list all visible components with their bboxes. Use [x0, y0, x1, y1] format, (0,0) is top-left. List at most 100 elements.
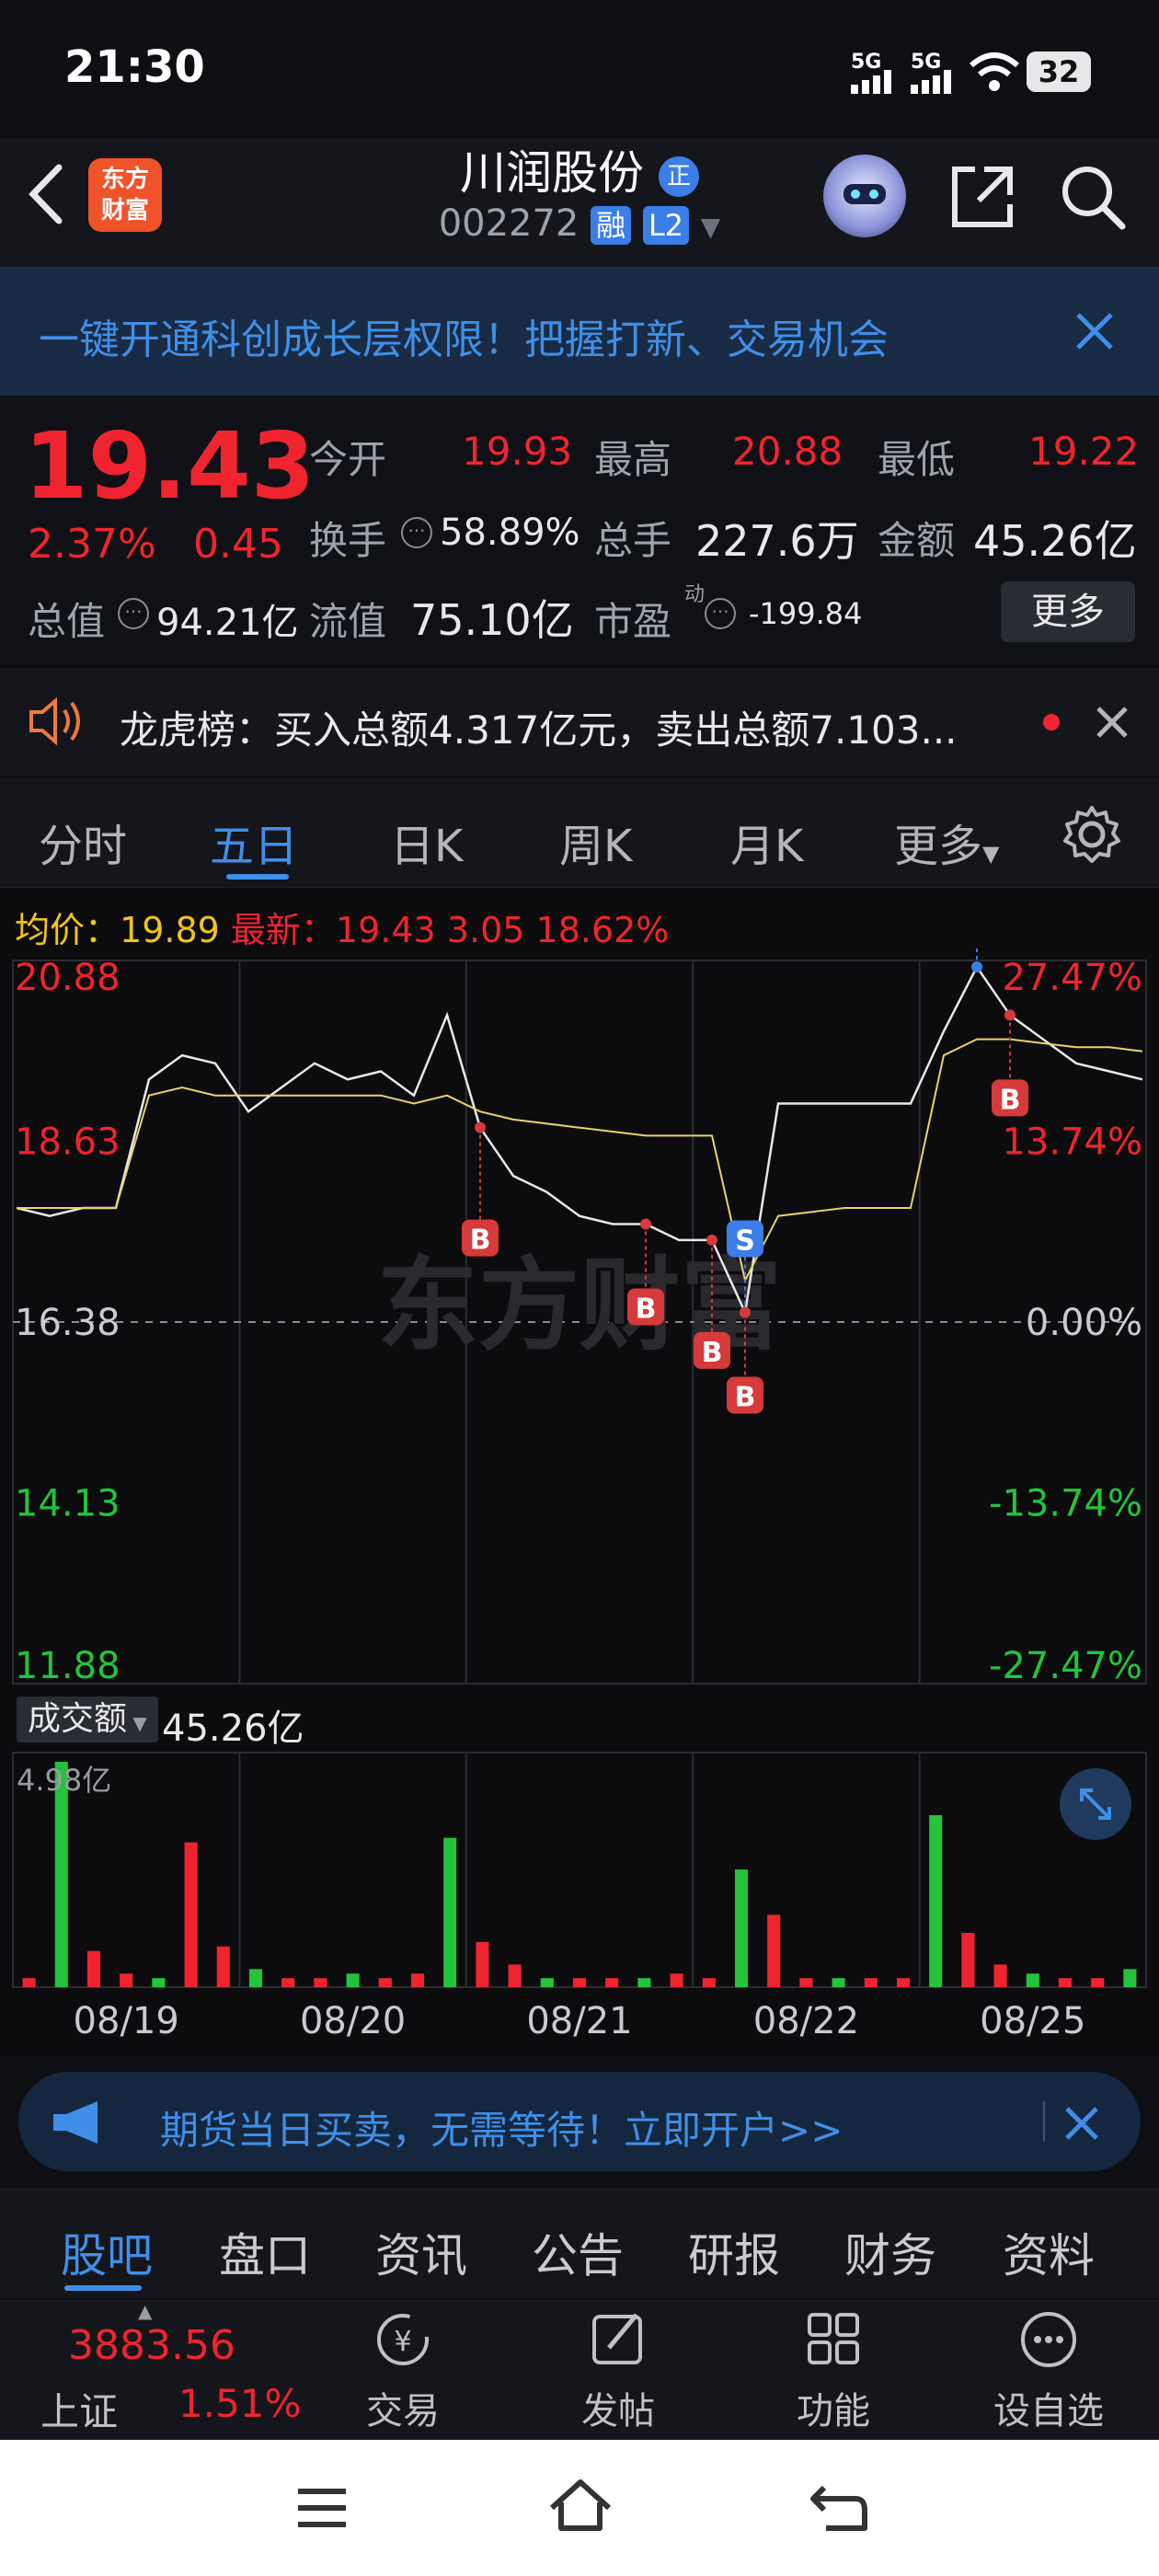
- more-info-icon[interactable]: ···: [401, 517, 432, 548]
- low-label: 最低: [878, 437, 956, 482]
- marker-label: S: [735, 1225, 755, 1258]
- last-label: 最新：: [230, 910, 336, 950]
- battery-icon: 32: [1027, 52, 1091, 92]
- y-tick-right: 13.74%: [1002, 1121, 1142, 1164]
- functions-label: 功能: [797, 2390, 870, 2432]
- marker-label: B: [702, 1337, 723, 1369]
- marker-label: B: [636, 1293, 657, 1325]
- index-name[interactable]: 上证: [40, 2381, 118, 2437]
- more-button[interactable]: 更多: [1001, 581, 1135, 642]
- low-value: 19.22: [1028, 429, 1140, 474]
- more-circle-icon: [1021, 2312, 1076, 2367]
- search-icon[interactable]: [1058, 162, 1128, 232]
- add-watchlist-button[interactable]: 设自选: [957, 2307, 1141, 2434]
- tab-news[interactable]: 资讯: [375, 2219, 467, 2285]
- x-tick-label: 08/22: [753, 2000, 859, 2042]
- chevron-down-icon: ▼: [700, 212, 721, 242]
- ad-text[interactable]: 期货当日买卖，无需等待！立即开户>>: [160, 2099, 843, 2156]
- gear-icon[interactable]: [1061, 804, 1122, 865]
- trade-button[interactable]: ¥ 交易: [311, 2307, 495, 2434]
- notice-text[interactable]: 龙虎榜：买入总额4.317亿元，卖出总额7.103...: [120, 699, 958, 755]
- volume-bar: [1091, 1978, 1105, 1987]
- marker-dot: [740, 1306, 751, 1318]
- index-change[interactable]: 1.51%: [178, 2381, 301, 2426]
- y-tick-left: 11.88: [15, 1645, 120, 1687]
- caret-down-icon: ▼: [127, 1712, 147, 1734]
- yen-refresh-icon: ¥: [377, 2314, 429, 2365]
- functions-button[interactable]: 功能: [741, 2307, 925, 2434]
- volume-bar: [1026, 1973, 1039, 1987]
- trade-label: 交易: [366, 2390, 440, 2432]
- marker-dot: [475, 1121, 486, 1133]
- close-icon[interactable]: [1095, 705, 1130, 740]
- tab-daily-k[interactable]: 日K: [390, 810, 463, 874]
- volume-frame: [12, 1752, 1147, 1988]
- post-button[interactable]: 发帖: [526, 2307, 710, 2434]
- tab-profile[interactable]: 资料: [1003, 2219, 1095, 2285]
- robot-assistant-icon[interactable]: [823, 155, 906, 237]
- tab-guba[interactable]: 股吧: [61, 2219, 153, 2285]
- margin-tag: 融: [591, 206, 632, 245]
- tab-intraday[interactable]: 分时: [39, 810, 127, 874]
- active-tab-indicator: [64, 2285, 142, 2291]
- last-value: 19.43: [335, 910, 436, 950]
- menu-icon[interactable]: [293, 2480, 351, 2536]
- average-line: [17, 1038, 1143, 1283]
- chg-value: 3.05: [446, 910, 525, 950]
- volume-bar: [734, 1869, 749, 1987]
- volume-bar: [670, 1973, 683, 1987]
- edit-icon: [592, 2313, 642, 2364]
- home-icon[interactable]: [546, 2475, 614, 2536]
- volume-bar: [1123, 1969, 1137, 1987]
- share-icon[interactable]: [947, 162, 1017, 232]
- volume-type-dropdown[interactable]: 成交额 ▼: [17, 1696, 158, 1742]
- watchlist-label: 设自选: [993, 2390, 1104, 2432]
- more-info-icon[interactable]: ···: [705, 598, 736, 629]
- y-tick-right: -27.47%: [989, 1645, 1142, 1687]
- turnover-value: 58.89%: [440, 512, 580, 554]
- amount-label: 金额: [878, 518, 956, 563]
- volume-value: 227.6万: [695, 516, 859, 566]
- marker-label: B: [1000, 1084, 1021, 1116]
- close-icon[interactable]: [1063, 2105, 1100, 2142]
- pe-label: 市盈: [594, 599, 672, 644]
- volume-bar: [314, 1978, 327, 1987]
- volume-bar: [1058, 1978, 1073, 1987]
- tab-pankou[interactable]: 盘口: [219, 2219, 311, 2285]
- marker-dot: [971, 960, 982, 972]
- chg-pct-value: 18.62%: [535, 910, 670, 950]
- tab-announcements[interactable]: 公告: [532, 2219, 624, 2285]
- caret-up-icon: ▲: [138, 2300, 153, 2322]
- banner-text[interactable]: 一键开通科创成长层权限！把握打新、交易机会: [39, 306, 889, 365]
- tab-finance[interactable]: 财务: [844, 2219, 936, 2285]
- tab-more[interactable]: 更多▼: [894, 810, 999, 874]
- volume-bar: [605, 1978, 619, 1987]
- volume-bar: [281, 1978, 295, 1987]
- volume-bar: [767, 1915, 781, 1987]
- level2-tag: L2: [642, 206, 690, 245]
- expand-icon[interactable]: [1060, 1768, 1131, 1840]
- marker-dot: [640, 1218, 651, 1230]
- tab-monthly-k[interactable]: 月K: [730, 810, 803, 874]
- volume-bar: [184, 1842, 198, 1987]
- back-nav-icon[interactable]: [808, 2478, 870, 2536]
- marker-dot: [706, 1234, 717, 1246]
- index-value[interactable]: 3883.56: [68, 2322, 235, 2369]
- avg-value: 19.89: [120, 910, 220, 950]
- svg-text:¥: ¥: [394, 2326, 411, 2358]
- open-value: 19.93: [462, 429, 573, 474]
- volume-bar: [248, 1969, 263, 1987]
- volume-bar: [572, 1978, 587, 1987]
- chart-info-row: 均价：19.89 最新：19.43 3.05 18.62%: [15, 902, 669, 952]
- tab-weekly-k[interactable]: 周K: [559, 810, 632, 874]
- volume-bar: [832, 1978, 845, 1987]
- tab-research[interactable]: 研报: [688, 2219, 780, 2285]
- volume-bar: [22, 1978, 36, 1987]
- amount-value: 45.26亿: [973, 516, 1137, 566]
- y-tick-right: -13.74%: [989, 1483, 1142, 1525]
- tab-five-day[interactable]: 五日: [210, 810, 298, 874]
- close-icon[interactable]: [1074, 311, 1115, 351]
- volume-bar: [993, 1964, 1007, 1987]
- more-info-icon[interactable]: ···: [118, 598, 149, 629]
- y-tick-left: 20.88: [15, 957, 120, 999]
